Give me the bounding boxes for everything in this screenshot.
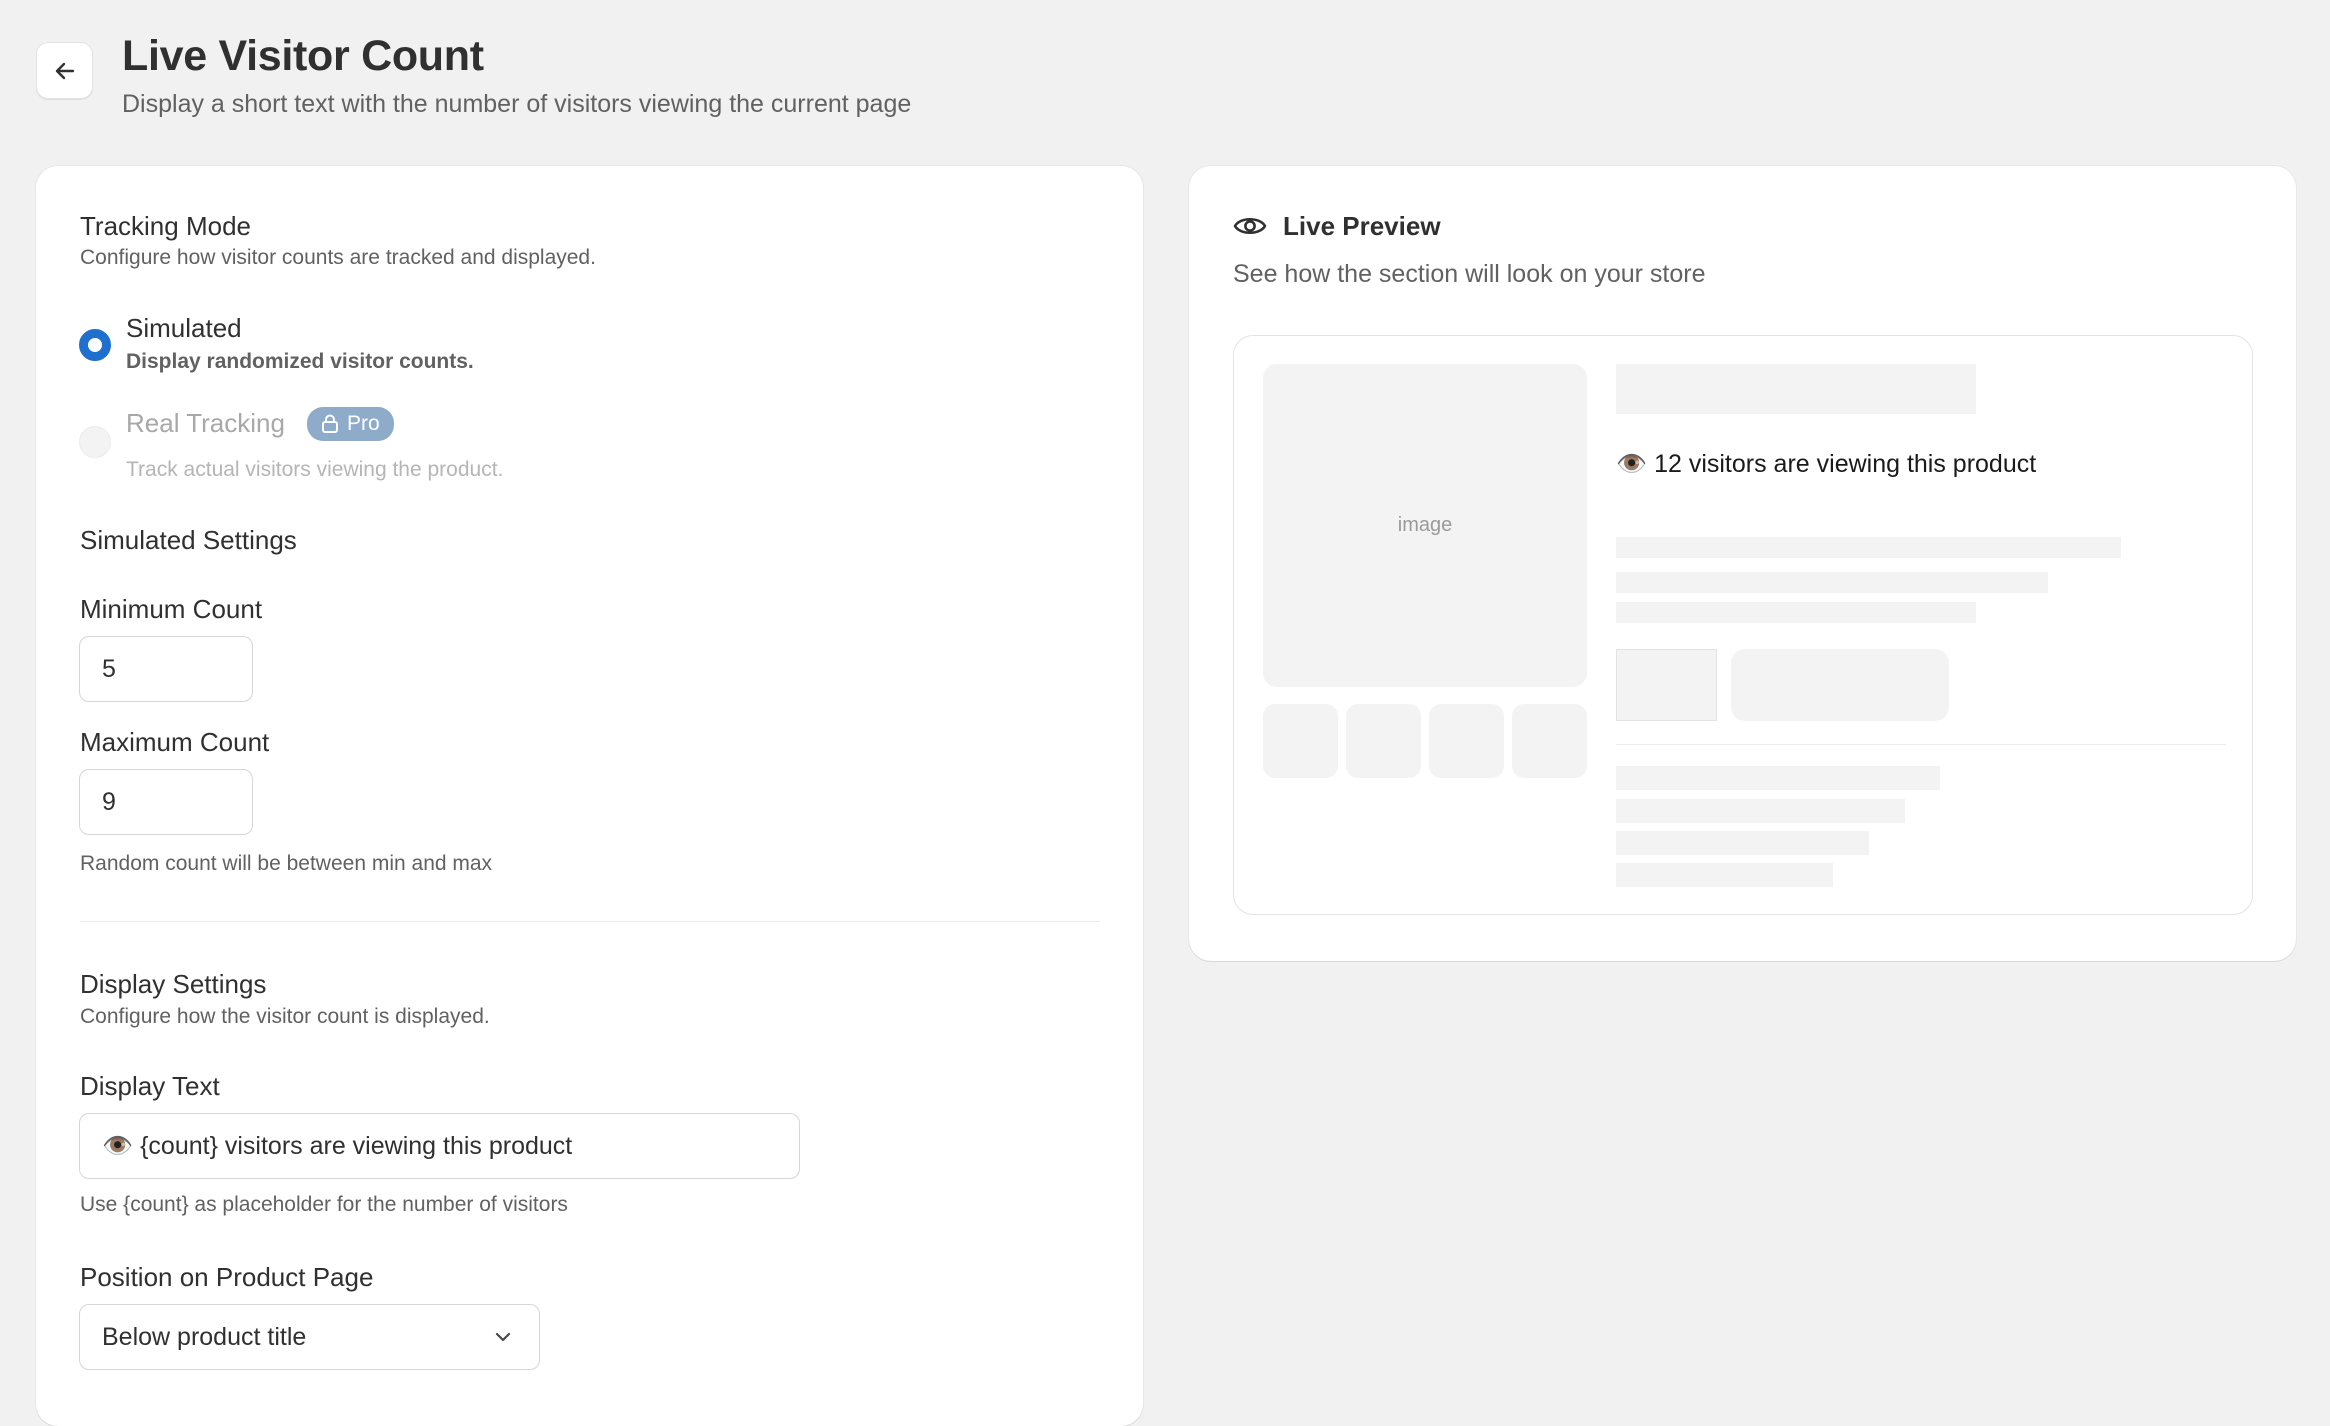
live-preview-heading: Live Preview <box>1283 211 1441 241</box>
visitor-count-text: 👁️ 12 visitors are viewing this product <box>1616 450 2037 478</box>
arrow-left-icon <box>55 62 74 79</box>
text-skeleton <box>1616 572 2048 593</box>
lock-icon <box>322 414 338 433</box>
display-text-input[interactable]: 👁️ {count} visitors are viewing this pro… <box>79 1113 800 1179</box>
display-settings-heading: Display Settings <box>80 969 267 999</box>
text-skeleton <box>1616 863 1833 887</box>
min-max-help: Random count will be between min and max <box>80 852 493 875</box>
minimum-count-value: 5 <box>102 654 116 683</box>
maximum-count-input[interactable]: 9 <box>79 769 253 835</box>
tracking-mode-description: Configure how visitor counts are tracked… <box>80 246 596 269</box>
settings-card: Tracking Mode Configure how visitor coun… <box>36 166 1143 1426</box>
tracking-mode-heading: Tracking Mode <box>80 211 251 241</box>
pro-badge: Pro <box>307 407 394 441</box>
position-select-value: Below product title <box>102 1322 307 1351</box>
button-skeleton <box>1731 649 1949 721</box>
display-text-label: Display Text <box>80 1071 220 1101</box>
position-label: Position on Product Page <box>80 1262 374 1292</box>
simulated-label[interactable]: Simulated <box>126 312 242 344</box>
title-skeleton <box>1616 364 1976 414</box>
text-skeleton <box>1616 799 1905 823</box>
thumbnail <box>1346 704 1421 778</box>
preview-divider <box>1616 744 2226 745</box>
display-settings-description: Configure how the visitor count is displ… <box>80 1005 490 1028</box>
thumbnail <box>1429 704 1504 778</box>
thumbnail <box>1263 704 1338 778</box>
text-skeleton <box>1616 537 2121 558</box>
real-tracking-radio <box>79 426 111 458</box>
position-select[interactable]: Below product title <box>79 1304 540 1370</box>
eye-icon <box>1233 217 1267 235</box>
simulated-radio[interactable] <box>79 329 111 361</box>
maximum-count-label: Maximum Count <box>80 727 270 757</box>
minimum-count-label: Minimum Count <box>80 594 263 624</box>
real-tracking-label: Real Tracking <box>126 408 285 438</box>
preview-card: Live Preview See how the section will lo… <box>1189 166 2296 961</box>
minimum-count-input[interactable]: 5 <box>79 636 253 702</box>
text-skeleton <box>1616 602 1976 623</box>
display-text-help: Use {count} as placeholder for the numbe… <box>80 1193 568 1216</box>
pro-badge-label: Pro <box>347 412 380 435</box>
product-preview: image 👁️ 12 visitors are viewing this pr… <box>1233 335 2253 915</box>
chevron-down-icon <box>495 1332 511 1342</box>
page-header: Live Visitor Count Display a short text … <box>36 30 911 120</box>
display-text-value: 👁️ {count} visitors are viewing this pro… <box>102 1131 573 1160</box>
image-placeholder-label: image <box>1397 514 1453 536</box>
maximum-count-value: 9 <box>102 787 116 816</box>
live-preview-description: See how the section will look on your st… <box>1233 260 1706 288</box>
simulated-settings-heading: Simulated Settings <box>80 525 297 555</box>
quantity-skeleton <box>1616 649 1717 721</box>
page-subtitle: Display a short text with the number of … <box>122 90 912 118</box>
text-skeleton <box>1616 766 1940 790</box>
real-tracking-description: Track actual visitors viewing the produc… <box>126 458 504 481</box>
text-skeleton <box>1616 831 1869 855</box>
product-image-placeholder: image <box>1263 364 1587 687</box>
back-button[interactable] <box>36 42 93 99</box>
simulated-description: Display randomized visitor counts. <box>126 350 474 373</box>
page-title: Live Visitor Count <box>122 32 484 80</box>
thumbnail <box>1512 704 1587 778</box>
section-divider <box>80 921 1100 922</box>
